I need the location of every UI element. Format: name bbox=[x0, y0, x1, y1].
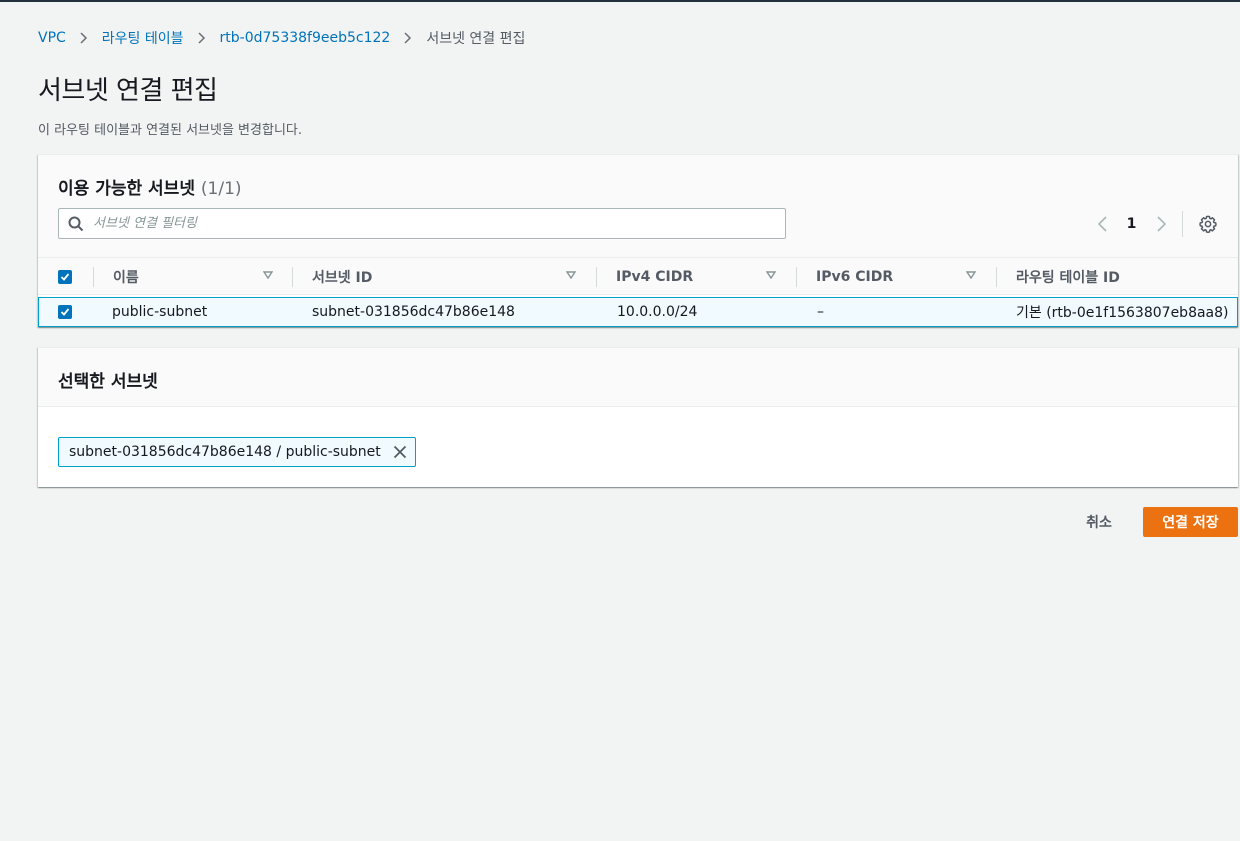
row-ipv6-cidr: – bbox=[817, 304, 824, 320]
breadcrumb-current: 서브넷 연결 편집 bbox=[426, 31, 526, 47]
page-title: 서브넷 연결 편집 bbox=[38, 76, 218, 106]
chevron-right-icon bbox=[66, 32, 102, 44]
column-header-route-table-id[interactable]: 라우팅 테이블 ID bbox=[996, 258, 1238, 295]
available-subnets-count: (1/1) bbox=[200, 179, 242, 199]
row-checkbox[interactable] bbox=[58, 305, 72, 319]
select-all-cell bbox=[58, 258, 74, 295]
cancel-button[interactable]: 취소 bbox=[1072, 507, 1126, 537]
check-icon bbox=[60, 272, 70, 281]
pager-divider bbox=[1182, 211, 1183, 237]
selected-subnet-token: subnet-031856dc47b86e148 / public-subnet bbox=[58, 437, 416, 467]
row-route-table-link[interactable]: 기본 (rtb-0e1f1563807eb8aa8) bbox=[1016, 298, 1229, 326]
column-header-name-label: 이름 bbox=[113, 269, 139, 286]
column-header-route-table-label: 라우팅 테이블 ID bbox=[1016, 269, 1120, 286]
sort-down-icon bbox=[966, 271, 976, 279]
selected-subnets-title: 선택한 서브넷 bbox=[58, 372, 158, 392]
page-description: 이 라우팅 테이블과 연결된 서브넷을 변경합니다. bbox=[38, 123, 302, 138]
chevron-left-icon[interactable] bbox=[1093, 213, 1111, 235]
row-select-cell bbox=[58, 298, 74, 326]
available-subnets-title-text: 이용 가능한 서브넷 bbox=[58, 179, 195, 199]
select-all-checkbox[interactable] bbox=[58, 269, 72, 284]
subnet-filter-input[interactable] bbox=[93, 216, 773, 231]
row-name: public-subnet bbox=[112, 304, 208, 320]
column-header-subnet-id[interactable]: 서브넷 ID bbox=[292, 258, 596, 295]
search-icon bbox=[59, 216, 93, 232]
available-subnets-title: 이용 가능한 서브넷 (1/1) bbox=[58, 174, 242, 199]
breadcrumb-vpc[interactable]: VPC bbox=[38, 30, 66, 46]
sort-down-icon bbox=[263, 271, 273, 279]
selected-subnets-panel: 선택한 서브넷 subnet-031856dc47b86e148 / publi… bbox=[38, 347, 1238, 487]
gear-icon[interactable] bbox=[1198, 214, 1218, 234]
chevron-right-icon bbox=[390, 32, 426, 44]
page-number[interactable]: 1 bbox=[1111, 216, 1152, 232]
column-header-ipv4-label: IPv4 CIDR bbox=[616, 268, 694, 285]
breadcrumb-route-table-id[interactable]: rtb-0d75338f9eeb5c122 bbox=[220, 30, 391, 46]
column-header-name[interactable]: 이름 bbox=[93, 258, 293, 295]
save-associations-button[interactable]: 연결 저장 bbox=[1143, 507, 1238, 537]
breadcrumb-route-tables[interactable]: 라우팅 테이블 bbox=[102, 28, 184, 48]
table-header: 이름 서브넷 ID IPv4 CIDR IPv6 CIDR 라우팅 테이블 ID bbox=[38, 258, 1238, 295]
row-ipv4-cidr: 10.0.0.0/24 bbox=[617, 304, 698, 320]
selected-subnets-header: 선택한 서브넷 bbox=[38, 348, 1238, 407]
sort-down-icon bbox=[566, 271, 576, 279]
subnet-filter-search[interactable] bbox=[58, 208, 786, 239]
available-subnets-header: 이용 가능한 서브넷 (1/1) 1 bbox=[38, 155, 1238, 258]
column-header-ipv6-cidr[interactable]: IPv6 CIDR bbox=[796, 258, 996, 295]
chevron-right-icon bbox=[184, 32, 220, 44]
row-subnet-id-link[interactable]: subnet-031856dc47b86e148 bbox=[312, 298, 515, 326]
pagination: 1 bbox=[1093, 213, 1170, 235]
check-icon bbox=[60, 308, 70, 316]
column-header-subnet-id-label: 서브넷 ID bbox=[312, 269, 373, 286]
chevron-right-icon[interactable] bbox=[1152, 213, 1170, 235]
column-header-ipv4-cidr[interactable]: IPv4 CIDR bbox=[596, 258, 796, 295]
table-row[interactable]: public-subnet subnet-031856dc47b86e148 1… bbox=[38, 297, 1238, 327]
sort-down-icon bbox=[766, 271, 776, 279]
breadcrumb: VPC 라우팅 테이블 rtb-0d75338f9eeb5c122 서브넷 연결… bbox=[38, 29, 525, 47]
top-rule bbox=[0, 0, 1240, 2]
selected-subnet-token-label: subnet-031856dc47b86e148 / public-subnet bbox=[69, 444, 381, 460]
close-icon[interactable] bbox=[385, 438, 415, 466]
column-header-ipv6-label: IPv6 CIDR bbox=[816, 268, 894, 285]
available-subnets-panel: 이용 가능한 서브넷 (1/1) 1 bbox=[38, 154, 1238, 327]
